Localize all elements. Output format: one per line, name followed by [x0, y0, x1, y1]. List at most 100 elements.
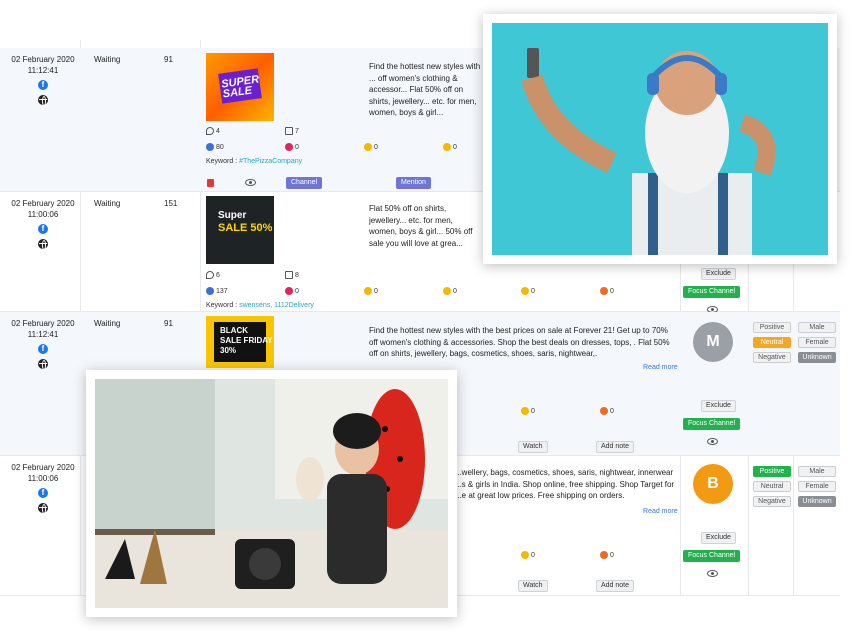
gender-female[interactable]: Female [798, 337, 836, 348]
love-icon [285, 143, 293, 151]
post-thumbnail[interactable]: Super SALE 50% [206, 196, 274, 264]
thumbnail-text: Super [218, 210, 247, 221]
sentiment-negative[interactable]: Negative [753, 496, 791, 507]
count-text: 91 [164, 55, 173, 64]
like-icon [206, 143, 214, 151]
eye-icon[interactable] [245, 179, 256, 186]
focus-channel-button[interactable]: Focus Channel [683, 286, 741, 298]
globe-icon[interactable] [38, 503, 48, 514]
globe-icon[interactable] [38, 359, 48, 370]
status-text: Waiting [94, 319, 121, 328]
gender-male[interactable]: Male [798, 322, 836, 333]
facebook-icon[interactable]: f [38, 344, 48, 354]
time-text: 11:12:41 [27, 66, 59, 75]
thumbnail-text: BLACK SALE FRIDAY 30% [220, 326, 273, 355]
focus-channel-button[interactable]: Focus Channel [683, 550, 741, 562]
exclude-button[interactable]: Exclude [701, 400, 736, 412]
date-cell: 02 February 2020 11:12:41 f [8, 318, 78, 370]
delete-icon[interactable] [207, 179, 214, 187]
count-text: 91 [164, 319, 173, 328]
comment-icon [206, 271, 214, 279]
status-text: Waiting [94, 199, 121, 208]
watch-button[interactable]: Watch [518, 441, 548, 453]
angry-count: 0 [600, 551, 614, 559]
keyword-line: Keyword : swensens, 1112Delivery [206, 302, 314, 309]
love-count: 0 [285, 143, 299, 151]
sad-icon [521, 551, 529, 559]
sad-count: 0 [521, 551, 535, 559]
exclude-button[interactable]: Exclude [701, 268, 736, 280]
angry-icon [600, 551, 608, 559]
avatar: B [693, 464, 733, 504]
post-description: Find the hottest new styles with the bes… [369, 326, 670, 358]
keyword-line: Keyword : #ThePizzaCompany [206, 158, 303, 165]
eye-icon[interactable] [707, 570, 718, 577]
keyword-tag[interactable]: #ThePizzaCompany [239, 158, 302, 165]
selfie-illustration [492, 23, 828, 255]
channel-button[interactable]: Channel [286, 177, 323, 189]
read-more-link[interactable]: Read more [643, 364, 678, 371]
status-text: Waiting [94, 55, 121, 64]
eye-icon[interactable] [707, 438, 718, 445]
like-count: 80 [206, 143, 224, 151]
wow-icon [443, 287, 451, 295]
post-description: Flat 50% off on shirts, jewellery... etc… [369, 204, 473, 248]
date-cell: 02 February 2020 11:00:06 f [8, 462, 78, 514]
gender-unknown[interactable]: Unknown [798, 496, 836, 507]
sentiment-positive[interactable]: Positive [753, 322, 791, 333]
sentiment-neutral[interactable]: Neutral [753, 337, 791, 348]
facebook-icon[interactable]: f [38, 488, 48, 498]
share-icon [285, 271, 293, 279]
date-text: 02 February 2020 [11, 55, 75, 64]
sentiment-positive[interactable]: Positive [753, 466, 791, 477]
like-count: 137 [206, 287, 228, 295]
comment-count: 6 [206, 271, 220, 279]
count-text: 151 [164, 199, 178, 208]
vlogger-illustration [95, 379, 448, 608]
facebook-icon[interactable]: f [38, 80, 48, 90]
haha-count: 0 [364, 287, 378, 295]
angry-icon [600, 407, 608, 415]
globe-icon[interactable] [38, 239, 48, 250]
photo-card-selfie [483, 14, 837, 264]
exclude-button[interactable]: Exclude [701, 532, 736, 544]
sad-count: 0 [521, 407, 535, 415]
date-text: 02 February 2020 [11, 463, 75, 472]
wow-icon [443, 143, 451, 151]
time-text: 11:00:06 [27, 474, 59, 483]
date-text: 02 February 2020 [11, 199, 75, 208]
post-description: ...wellery, bags, cosmetics, shoes, sari… [455, 468, 675, 500]
add-note-button[interactable]: Add note [596, 441, 635, 453]
gender-female[interactable]: Female [798, 481, 836, 492]
mention-button[interactable]: Mention [396, 177, 431, 189]
watch-button[interactable]: Watch [518, 580, 548, 592]
comment-count: 4 [206, 127, 220, 135]
wow-count: 0 [443, 143, 457, 151]
facebook-icon[interactable]: f [38, 224, 48, 234]
share-count: 7 [285, 127, 299, 135]
gender-male[interactable]: Male [798, 466, 836, 477]
add-note-button[interactable]: Add note [596, 580, 635, 592]
post-thumbnail[interactable]: SUPER SALE [206, 53, 274, 121]
sad-icon [521, 287, 529, 295]
sentiment-negative[interactable]: Negative [753, 352, 791, 363]
time-text: 11:00:06 [27, 210, 59, 219]
post-thumbnail[interactable]: BLACK SALE FRIDAY 30% [206, 316, 274, 368]
share-count: 8 [285, 271, 299, 279]
like-icon [206, 287, 214, 295]
avatar: M [693, 322, 733, 362]
thumbnail-text: SALE 50% [218, 222, 273, 234]
photo-selfie [492, 23, 828, 255]
time-text: 11:12:41 [27, 330, 59, 339]
focus-channel-button[interactable]: Focus Channel [683, 418, 741, 430]
read-more-link[interactable]: Read more [643, 508, 678, 515]
share-icon [285, 127, 293, 135]
haha-icon [364, 143, 372, 151]
sad-icon [521, 407, 529, 415]
sentiment-neutral[interactable]: Neutral [753, 481, 791, 492]
angry-count: 0 [600, 407, 614, 415]
globe-icon[interactable] [38, 95, 48, 106]
keyword-tag[interactable]: swensens, 1112Delivery [239, 302, 314, 309]
post-description: Find the hottest new styles with ... off… [369, 62, 481, 117]
gender-unknown[interactable]: Unknown [798, 352, 836, 363]
